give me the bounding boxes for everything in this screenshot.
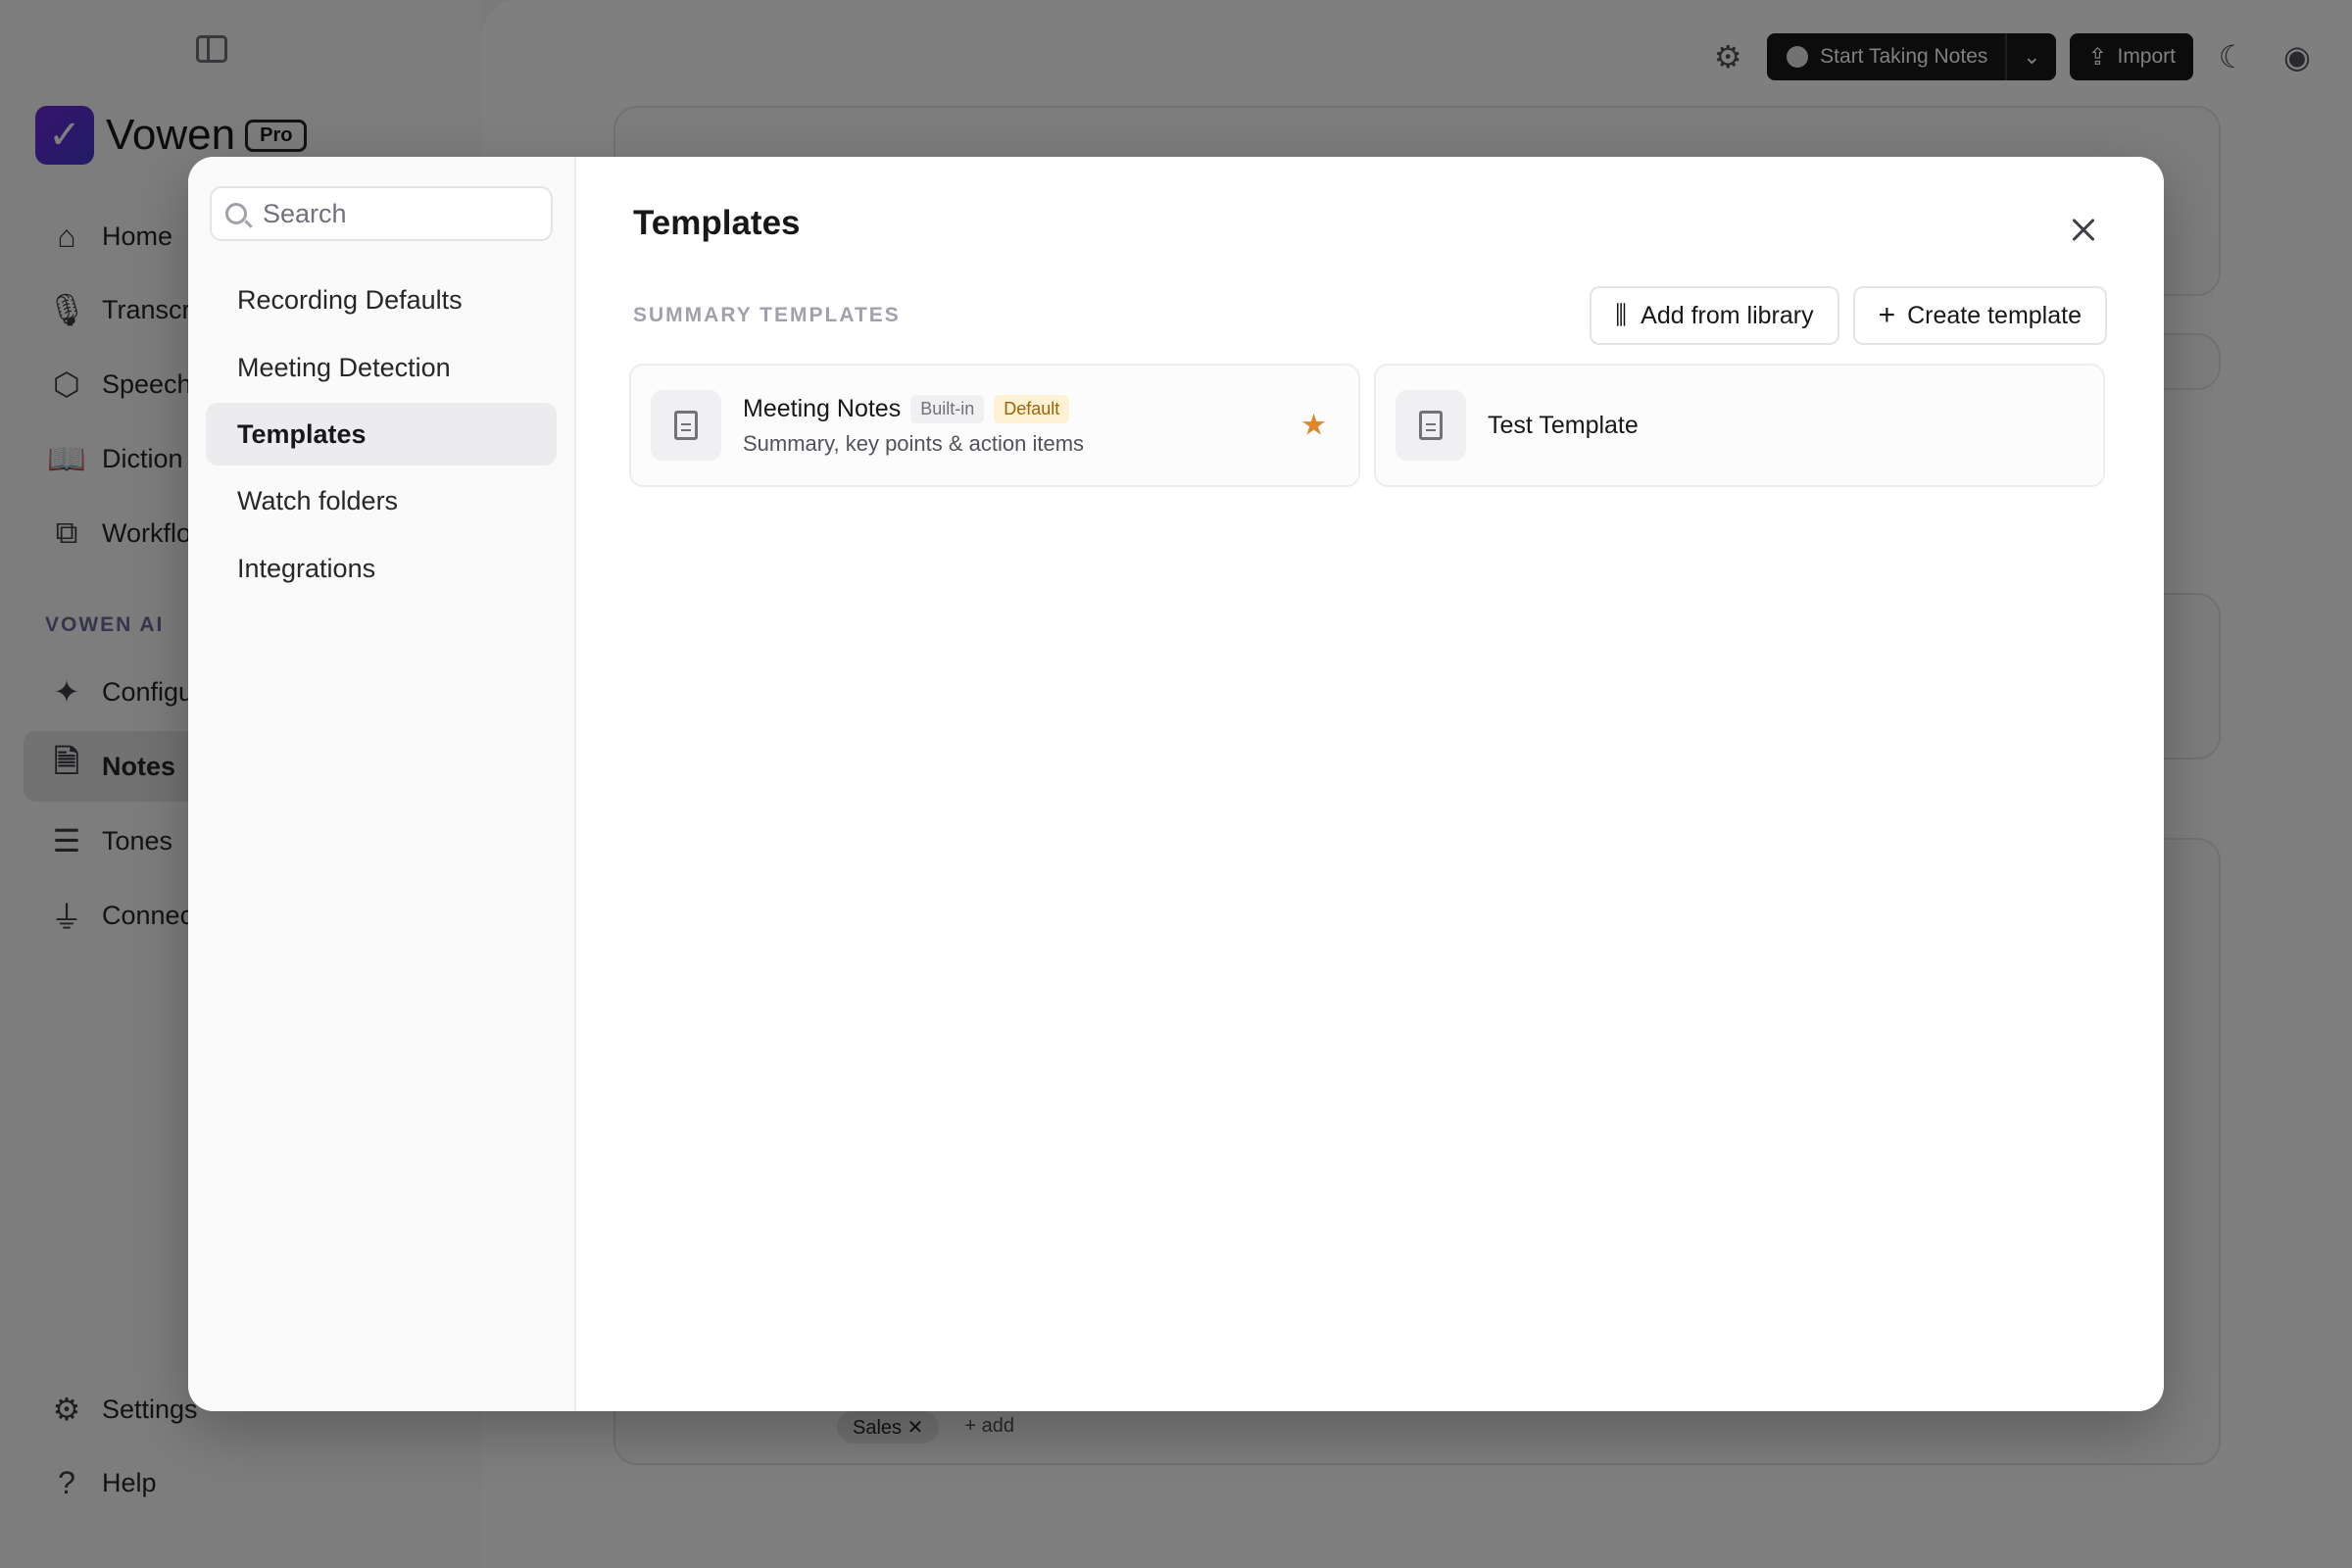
- template-name: Test Template: [1488, 411, 1639, 439]
- search-icon: [225, 203, 247, 224]
- templates-grid: Meeting Notes Built-in Default Summary, …: [629, 364, 2105, 487]
- search-field[interactable]: [210, 186, 553, 241]
- template-name-row: Meeting Notes Built-in Default: [743, 394, 1084, 423]
- close-icon[interactable]: [2062, 208, 2105, 251]
- modal-nav-watch-folders[interactable]: Watch folders: [206, 469, 557, 532]
- star-icon[interactable]: ★: [1300, 409, 1327, 443]
- modal-nav-meeting-detection[interactable]: Meeting Detection: [206, 336, 557, 399]
- template-icon: [651, 390, 721, 461]
- template-text: Meeting Notes Built-in Default Summary, …: [743, 394, 1085, 457]
- template-card-test-template[interactable]: Test Template: [1374, 364, 2105, 487]
- template-name: Meeting Notes: [743, 394, 902, 422]
- builtin-badge: Built-in: [910, 394, 985, 423]
- create-template-button[interactable]: + Create template: [1852, 286, 2107, 345]
- document-icon: [1419, 411, 1443, 440]
- modal-title: Templates: [633, 204, 801, 242]
- section-title: SUMMARY TEMPLATES: [633, 304, 901, 326]
- modal-nav-templates[interactable]: Templates: [206, 403, 557, 466]
- template-icon: [1396, 390, 1466, 461]
- plus-icon: +: [1878, 299, 1896, 331]
- document-icon: [674, 411, 698, 440]
- template-description: Summary, key points & action items: [743, 430, 1085, 456]
- modal-sidebar: Recording Defaults Meeting Detection Tem…: [188, 157, 576, 1411]
- add-from-library-button[interactable]: ⫼ Add from library: [1590, 286, 1839, 345]
- create-template-label: Create template: [1907, 301, 2082, 329]
- modal-nav-recording-defaults[interactable]: Recording Defaults: [206, 269, 557, 331]
- add-from-library-label: Add from library: [1641, 301, 1814, 329]
- settings-modal: Recording Defaults Meeting Detection Tem…: [188, 157, 2164, 1411]
- search-input[interactable]: [263, 198, 537, 229]
- template-text: Test Template: [1488, 412, 1639, 440]
- template-card-meeting-notes[interactable]: Meeting Notes Built-in Default Summary, …: [629, 364, 1360, 487]
- library-icon: ⫼: [1615, 300, 1628, 329]
- default-badge: Default: [994, 394, 1070, 423]
- modal-content: Templates SUMMARY TEMPLATES ⫼ Add from l…: [576, 157, 2164, 1411]
- modal-nav-integrations[interactable]: Integrations: [206, 537, 557, 600]
- template-actions: ⫼ Add from library + Create template: [1590, 286, 2107, 345]
